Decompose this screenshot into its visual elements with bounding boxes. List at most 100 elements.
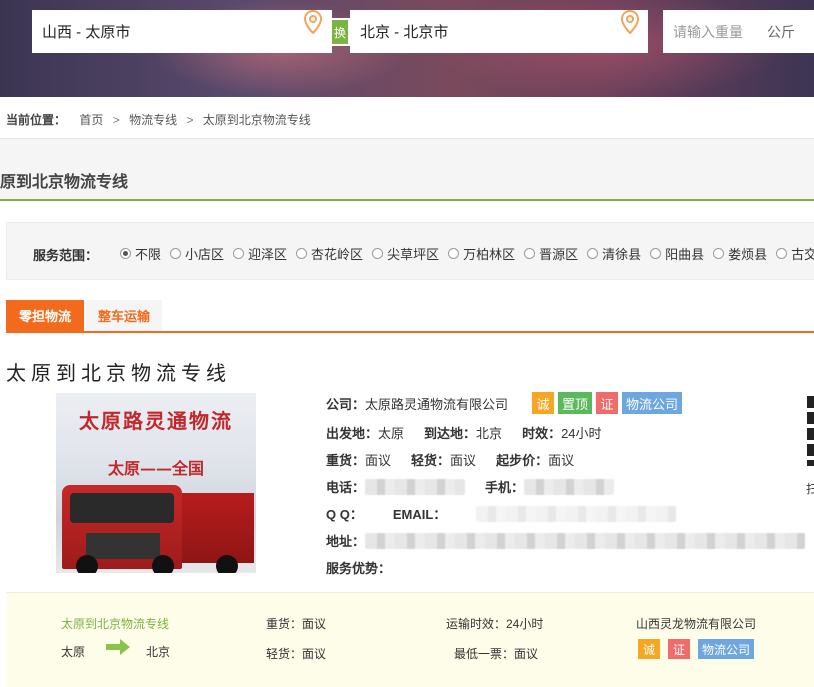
option-label: 清徐县 bbox=[602, 247, 642, 262]
integrity-badge: 诚 bbox=[638, 639, 660, 659]
qq-label: Q Q： bbox=[326, 507, 363, 522]
weight-input[interactable]: 请输入重量 公斤 bbox=[663, 10, 814, 53]
banner: 山西 - 太原市 换 北京 - 北京市 请输入重量 公斤 bbox=[0, 0, 814, 97]
breadcrumb-separator: > bbox=[112, 113, 120, 127]
radio[interactable] bbox=[650, 248, 662, 259]
truck-wheel bbox=[216, 555, 238, 573]
radio[interactable] bbox=[170, 248, 182, 259]
logistics-company-badge: 物流公司 bbox=[622, 392, 683, 414]
service-option[interactable]: 阳曲县 bbox=[650, 244, 704, 263]
option-label: 尖草坪区 bbox=[387, 247, 440, 262]
breadcrumb-lines[interactable]: 物流专线 bbox=[129, 113, 177, 127]
option-label: 小店区 bbox=[185, 247, 225, 262]
radio[interactable] bbox=[296, 248, 308, 259]
related-to: 北京 bbox=[146, 645, 171, 659]
option-label: 娄烦县 bbox=[728, 247, 768, 262]
related-company[interactable]: 山西灵龙物流有限公司 bbox=[636, 615, 756, 632]
truck-windshield bbox=[70, 493, 174, 523]
service-option[interactable]: 尖草坪区 bbox=[372, 244, 439, 263]
tab-ltl[interactable]: 零担物流 bbox=[6, 300, 84, 331]
related-heavy: 重货：面议 bbox=[266, 617, 327, 631]
company-image-slogan: 太原——全国 bbox=[107, 459, 204, 478]
heavy-label: 重货： bbox=[326, 453, 366, 468]
line-title: 太原到北京物流专线 bbox=[6, 363, 231, 385]
service-option[interactable]: 万柏林区 bbox=[448, 244, 515, 263]
company-name-link[interactable]: 太原路灵通物流有限公司 bbox=[365, 394, 508, 413]
arrow-right-icon bbox=[106, 639, 130, 655]
option-label: 万柏林区 bbox=[463, 247, 516, 262]
swap-label: 换 bbox=[333, 25, 346, 40]
qq-row: Q Q： EMAIL： bbox=[326, 504, 677, 523]
to-label: 到达地： bbox=[424, 426, 477, 441]
service-option[interactable]: 杏花岭区 bbox=[296, 244, 363, 263]
location-pin-icon bbox=[304, 10, 322, 34]
advantage-row: 服务优势： bbox=[326, 558, 391, 577]
scan-label-partial: 扫 bbox=[806, 482, 814, 496]
origin-select[interactable]: 山西 - 太原市 bbox=[32, 10, 332, 53]
destination-select[interactable]: 北京 - 北京市 bbox=[350, 10, 648, 53]
logistics-company-badge: 物流公司 bbox=[698, 639, 755, 659]
contact-row: 电话： 手机： bbox=[326, 477, 615, 496]
advantage-label: 服务优势： bbox=[326, 561, 392, 576]
truck-grill bbox=[86, 533, 160, 559]
qr-code-partial bbox=[807, 396, 814, 466]
heavy-value: 面议 bbox=[365, 453, 392, 468]
related-from: 太原 bbox=[61, 645, 86, 659]
top-badge: 置顶 bbox=[558, 392, 593, 414]
destination-value: 北京 - 北京市 bbox=[360, 24, 449, 41]
title-bar: 原到北京物流专线 bbox=[0, 139, 814, 201]
related-light: 轻货：面议 bbox=[266, 647, 327, 661]
breadcrumb-current[interactable]: 太原到北京物流专线 bbox=[203, 113, 311, 127]
breadcrumb-label: 当前位置： bbox=[6, 113, 67, 127]
related-badges: 诚 证 物流公司 bbox=[634, 639, 755, 659]
radio[interactable] bbox=[448, 248, 460, 259]
phone-value-blurred bbox=[365, 478, 466, 495]
breadcrumb-separator: > bbox=[186, 113, 194, 127]
radio[interactable] bbox=[587, 248, 599, 259]
option-label: 晋源区 bbox=[539, 247, 579, 262]
radio-selected[interactable] bbox=[120, 248, 131, 259]
light-label: 轻货： bbox=[411, 453, 451, 468]
service-option[interactable]: 小店区 bbox=[170, 244, 224, 263]
radio[interactable] bbox=[233, 248, 245, 259]
company-row: 公司： 太原路灵通物流有限公司 诚 置顶 证 物流公司 bbox=[326, 392, 683, 414]
service-option[interactable]: 不限 bbox=[120, 244, 161, 263]
integrity-badge: 诚 bbox=[532, 392, 555, 414]
swap-button[interactable]: 换 bbox=[330, 18, 350, 46]
company-image[interactable]: 太原路灵通物流 太原——全国 bbox=[56, 393, 256, 573]
service-option[interactable]: 娄烦县 bbox=[713, 244, 767, 263]
option-label: 阳曲县 bbox=[665, 247, 705, 262]
service-range-options: 不限 小店区 迎泽区 杏花岭区 尖草坪区 万柏林区 晋源区 清徐县 阳曲县 娄烦… bbox=[120, 244, 814, 263]
related-line-title[interactable]: 太原到北京物流专线 bbox=[61, 615, 169, 632]
tab-ftl[interactable]: 整车运输 bbox=[86, 300, 162, 331]
truck-wheel bbox=[152, 555, 174, 573]
service-option[interactable]: 古交 bbox=[776, 244, 814, 263]
radio[interactable] bbox=[713, 248, 725, 259]
option-label: 不限 bbox=[135, 247, 162, 262]
address-value-blurred bbox=[365, 532, 806, 549]
from-label: 出发地： bbox=[326, 426, 379, 441]
phone-label: 电话： bbox=[326, 480, 366, 495]
related-time: 运输时效：24小时 bbox=[446, 617, 544, 631]
email-value-blurred bbox=[476, 505, 677, 522]
service-option[interactable]: 晋源区 bbox=[524, 244, 578, 263]
truck-wheel bbox=[76, 555, 98, 573]
radio[interactable] bbox=[524, 248, 536, 259]
company-image-text: 太原路灵通物流 bbox=[79, 409, 233, 433]
service-option[interactable]: 清徐县 bbox=[587, 244, 641, 263]
location-pin-icon bbox=[621, 10, 639, 34]
time-label: 时效： bbox=[522, 426, 562, 441]
address-row: 地址： bbox=[326, 531, 806, 550]
price-row: 重货： 面议 轻货： 面议 起步价： 面议 bbox=[326, 450, 574, 469]
radio[interactable] bbox=[372, 248, 384, 259]
company-label: 公司： bbox=[326, 396, 366, 412]
to-value: 北京 bbox=[476, 426, 503, 441]
address-label: 地址： bbox=[326, 534, 366, 549]
service-option[interactable]: 迎泽区 bbox=[233, 244, 287, 263]
certified-badge: 证 bbox=[668, 639, 690, 659]
radio[interactable] bbox=[776, 248, 788, 259]
breadcrumb-home[interactable]: 首页 bbox=[79, 113, 103, 127]
service-range-label: 服务范围： bbox=[33, 248, 99, 263]
origin-value: 山西 - 太原市 bbox=[42, 24, 131, 41]
related-line-card[interactable]: 太原到北京物流专线 太原 北京 重货：面议 轻货：面议 运输时效：24小时 最低… bbox=[6, 592, 814, 687]
